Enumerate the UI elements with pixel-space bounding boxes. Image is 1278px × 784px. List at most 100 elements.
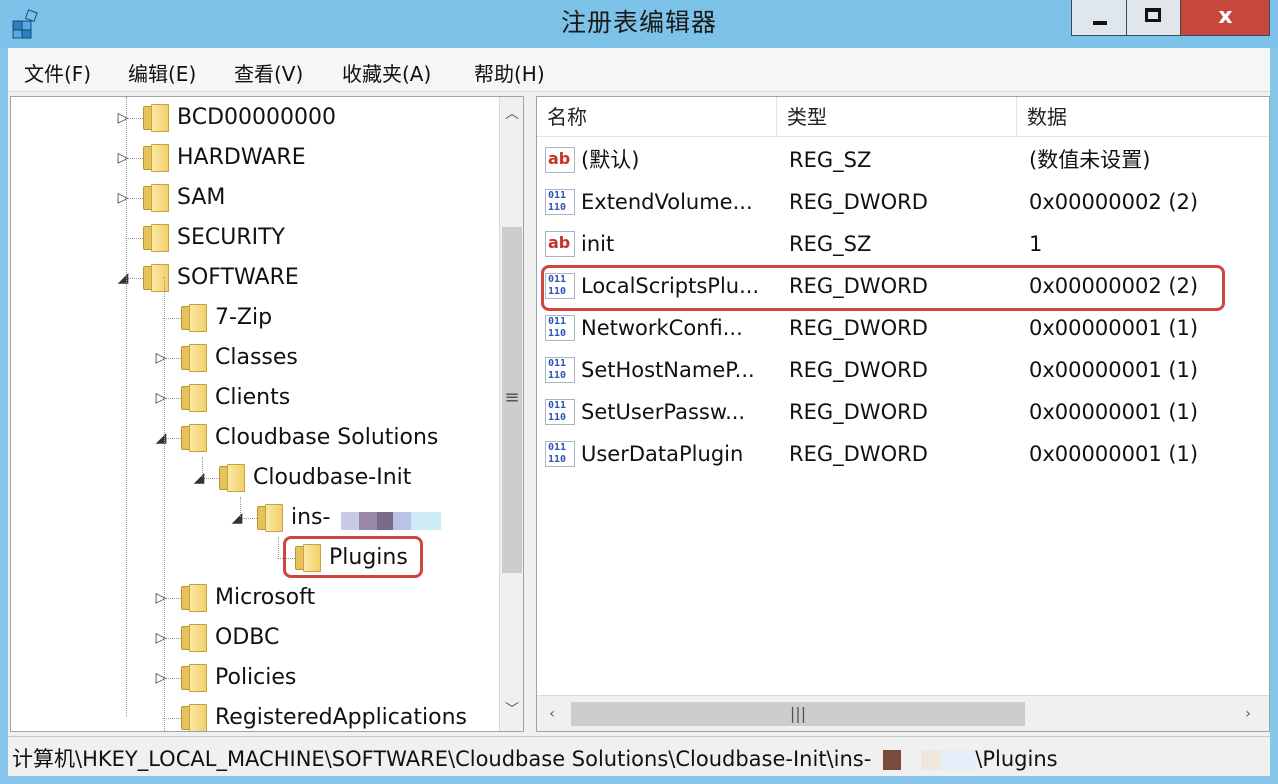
expand-arrow-icon[interactable]: ▷ xyxy=(153,628,169,648)
folder-icon xyxy=(181,344,207,372)
tree-item-cloudbase-init[interactable]: ◢ Cloudbase-Init xyxy=(11,458,491,498)
column-type[interactable]: 类型 xyxy=(777,97,1017,137)
maximize-icon xyxy=(1145,8,1161,22)
registry-tree[interactable]: ▷ BCD00000000 ▷ HARDWARE ▷ SAM SECURITY ◢ SOFTWA… xyxy=(10,96,524,732)
minimize-icon xyxy=(1093,21,1107,25)
tree-connector xyxy=(163,318,183,319)
tree-item-cloudbase-solutions[interactable]: ◢ Cloudbase Solutions xyxy=(11,418,491,458)
tree-item-classes[interactable]: ▷ Classes xyxy=(11,338,491,378)
list-horizontal-scrollbar[interactable]: ‹ ||| › xyxy=(537,695,1269,731)
tree-item-label: ins- xyxy=(291,505,331,530)
folder-icon xyxy=(143,184,169,212)
value-type: REG_DWORD xyxy=(789,358,928,382)
tree-connector xyxy=(277,558,297,559)
list-row[interactable]: 011 110 SetHostNameP... REG_DWORD 0x00000001… xyxy=(537,349,1269,391)
value-data: 0x00000001 (1) xyxy=(1029,358,1199,382)
list-row[interactable]: 011 110 SetUserPassw... REG_DWORD 0x00000001… xyxy=(537,391,1269,433)
scroll-left-icon[interactable]: ‹ xyxy=(539,701,565,727)
tree-item-plugins[interactable]: Plugins xyxy=(11,538,491,578)
close-button[interactable]: x xyxy=(1181,0,1270,36)
tree-item-label: Cloudbase-Init xyxy=(253,465,412,490)
values-list[interactable]: 名称 类型 数据 ab (默认) REG_SZ (数值未设置) 011 110 Extend… xyxy=(536,96,1270,732)
tree-item-software[interactable]: ◢ SOFTWARE xyxy=(11,258,491,298)
tree-item-label: SAM xyxy=(177,185,226,210)
collapse-arrow-icon[interactable]: ◢ xyxy=(229,508,245,528)
folder-icon xyxy=(181,624,207,652)
tree-scroll-thumb[interactable]: ≡ xyxy=(502,227,522,573)
list-row[interactable]: 011 110 ExtendVolume... REG_DWORD 0x00000002… xyxy=(537,181,1269,223)
menu-favorites[interactable]: 收藏夹(A) xyxy=(342,58,431,87)
value-data: 0x00000001 (1) xyxy=(1029,400,1199,424)
collapse-arrow-icon[interactable]: ◢ xyxy=(191,468,207,488)
value-data: 0x00000002 (2) xyxy=(1029,190,1199,214)
expand-arrow-icon[interactable]: ▷ xyxy=(153,668,169,688)
folder-icon xyxy=(181,384,207,412)
tree-item-label: 7-Zip xyxy=(215,305,273,330)
tree-item-clients[interactable]: ▷ Clients xyxy=(11,378,491,418)
menu-edit[interactable]: 编辑(E) xyxy=(128,58,196,87)
binary-value-icon: 011 110 xyxy=(545,399,575,425)
list-scroll-thumb[interactable]: ||| xyxy=(571,702,1025,726)
tree-item-label: HARDWARE xyxy=(177,145,306,170)
tree-item-label: Microsoft xyxy=(215,585,316,610)
registry-path: 计算机\HKEY_LOCAL_MACHINE\SOFTWARE\Cloudbas… xyxy=(12,743,1058,773)
tree-item-bcd00000000[interactable]: ▷ BCD00000000 xyxy=(11,98,491,138)
folder-icon xyxy=(181,424,207,452)
menu-help[interactable]: 帮助(H) xyxy=(474,58,545,87)
expand-arrow-icon[interactable]: ▷ xyxy=(115,188,131,208)
tree-item-hardware[interactable]: ▷ HARDWARE xyxy=(11,138,491,178)
expand-arrow-icon[interactable]: ▷ xyxy=(153,388,169,408)
status-bar: 计算机\HKEY_LOCAL_MACHINE\SOFTWARE\Cloudbas… xyxy=(8,736,1270,776)
folder-icon xyxy=(143,144,169,172)
value-name: SetUserPassw... xyxy=(581,400,746,424)
redacted-block xyxy=(941,750,976,770)
list-row[interactable]: 011 110 LocalScriptsPlu... REG_DWORD 0x00000… xyxy=(537,265,1269,307)
title-bar[interactable]: 注册表编辑器 x xyxy=(0,0,1278,48)
menu-view[interactable]: 查看(V) xyxy=(234,58,303,87)
folder-icon xyxy=(143,104,169,132)
tree-item-label: BCD00000000 xyxy=(177,105,336,130)
value-data: 0x00000002 (2) xyxy=(1029,274,1199,298)
list-row[interactable]: 011 110 NetworkConfi... REG_DWORD 0x00000001… xyxy=(537,307,1269,349)
tree-item-odbc[interactable]: ▷ ODBC xyxy=(11,618,491,658)
expand-arrow-icon[interactable]: ▷ xyxy=(153,588,169,608)
expand-arrow-icon[interactable]: ▷ xyxy=(115,148,131,168)
scroll-down-icon[interactable]: ﹀ xyxy=(500,697,523,723)
tree-item-registeredapplications[interactable]: RegisteredApplications xyxy=(11,698,491,731)
collapse-arrow-icon[interactable]: ◢ xyxy=(115,268,131,288)
maximize-button[interactable] xyxy=(1127,0,1181,36)
binary-value-icon: 011 110 xyxy=(545,315,575,341)
tree-item-ins[interactable]: ◢ ins- xyxy=(11,498,491,538)
tree-item-label: Plugins xyxy=(329,545,408,570)
expand-arrow-icon[interactable]: ▷ xyxy=(153,348,169,368)
list-row[interactable]: ab init REG_SZ 1 xyxy=(537,223,1269,265)
list-row[interactable]: ab (默认) REG_SZ (数值未设置) xyxy=(537,139,1269,181)
menu-file[interactable]: 文件(F) xyxy=(24,58,91,87)
tree-item-security[interactable]: SECURITY xyxy=(11,218,491,258)
binary-value-icon: 011 110 xyxy=(545,441,575,467)
binary-value-icon: 011 110 xyxy=(545,357,575,383)
tree-vertical-scrollbar[interactable]: ︿ ≡ ﹀ xyxy=(499,97,523,731)
tree-item-sam[interactable]: ▷ SAM xyxy=(11,178,491,218)
scroll-up-icon[interactable]: ︿ xyxy=(500,101,523,127)
list-row[interactable]: 011 110 UserDataPlugin REG_DWORD 0x00000001 … xyxy=(537,433,1269,475)
tree-item-microsoft[interactable]: ▷ Microsoft xyxy=(11,578,491,618)
grip-icon: ||| xyxy=(789,704,807,723)
tree-item-policies[interactable]: ▷ Policies xyxy=(11,658,491,698)
expand-arrow-icon[interactable]: ▷ xyxy=(115,108,131,128)
tree-guide-line xyxy=(240,497,241,517)
folder-icon xyxy=(257,504,283,532)
tree-item-7-zip[interactable]: 7-Zip xyxy=(11,298,491,338)
binary-value-icon: 011 110 xyxy=(545,189,575,215)
minimize-button[interactable] xyxy=(1071,0,1127,36)
value-name: UserDataPlugin xyxy=(581,442,744,466)
column-data[interactable]: 数据 xyxy=(1017,97,1269,137)
column-name[interactable]: 名称 xyxy=(537,97,777,137)
scroll-right-icon[interactable]: › xyxy=(1233,701,1263,727)
value-type: REG_SZ xyxy=(789,148,872,172)
value-name: LocalScriptsPlu... xyxy=(581,274,760,298)
tree-item-label: RegisteredApplications xyxy=(215,705,467,730)
collapse-arrow-icon[interactable]: ◢ xyxy=(153,428,169,448)
tree-item-label: Classes xyxy=(215,345,298,370)
value-data: 0x00000001 (1) xyxy=(1029,316,1199,340)
